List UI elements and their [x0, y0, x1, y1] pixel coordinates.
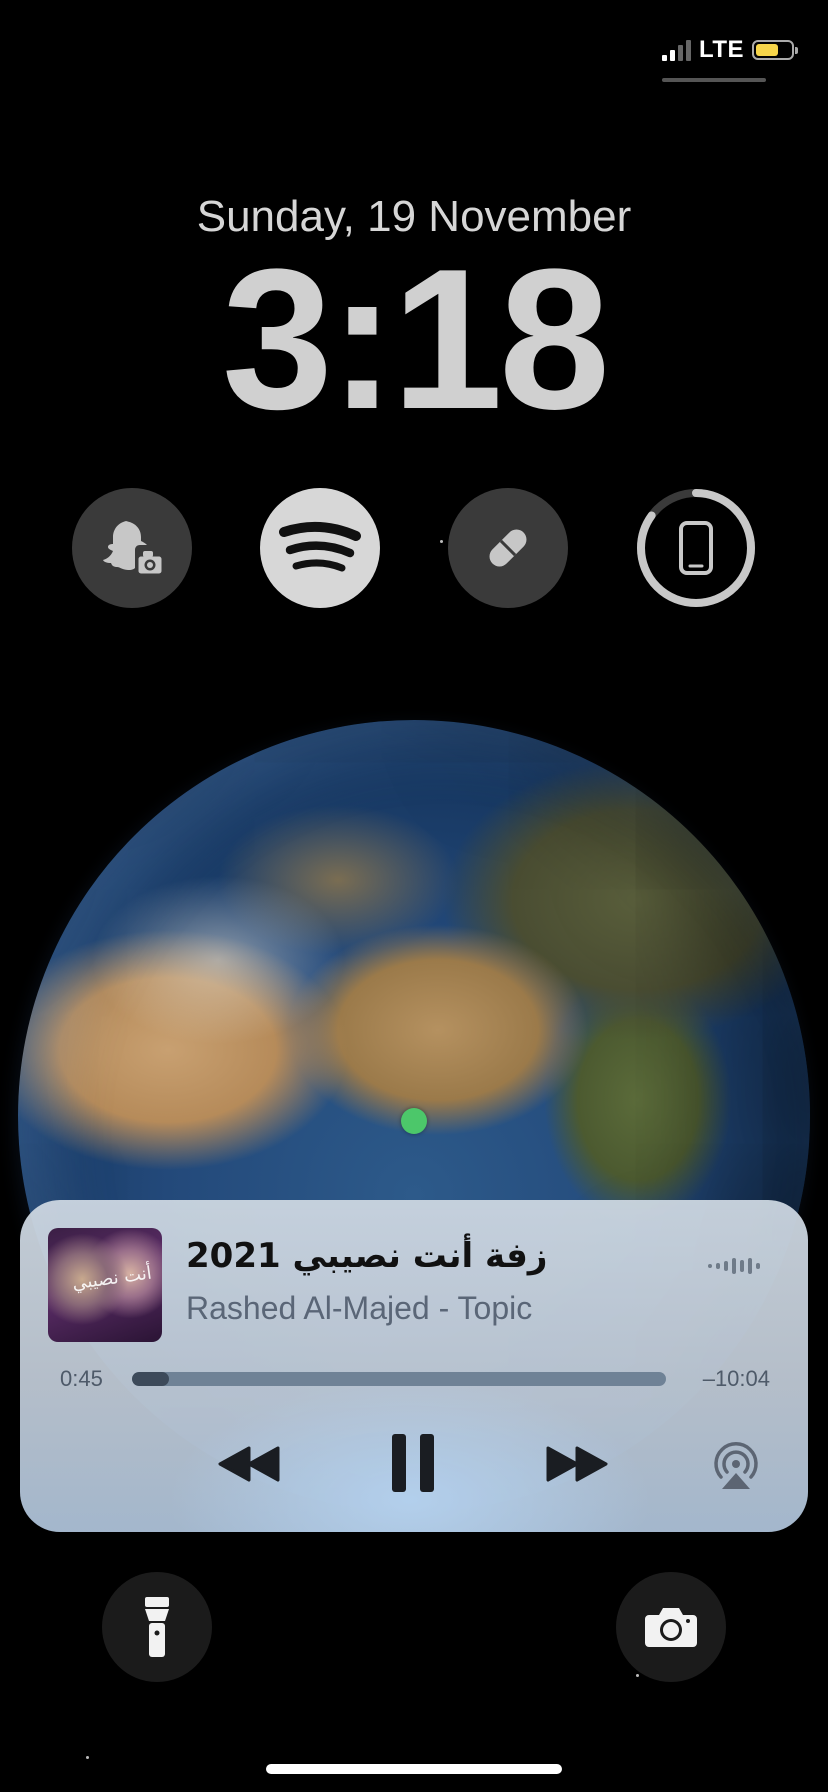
fast-forward-button[interactable]: [542, 1434, 612, 1494]
cellular-signal-icon: [661, 39, 691, 61]
spotify-icon: [279, 521, 361, 572]
rewind-icon: [218, 1446, 280, 1482]
pause-icon: [392, 1434, 434, 1492]
album-art[interactable]: أنت نصيبي: [48, 1228, 162, 1342]
time-elapsed: 0:45: [60, 1366, 103, 1391]
status-bar: LTE: [661, 36, 798, 64]
widget-medications[interactable]: [448, 488, 568, 608]
playback-progress: [132, 1372, 170, 1386]
battery-icon: [752, 40, 798, 60]
airplay-audio-icon: [714, 1442, 758, 1489]
star: [636, 1674, 639, 1677]
fast-forward-icon: [546, 1446, 608, 1482]
network-type: LTE: [698, 36, 744, 63]
location-dot: [401, 1108, 427, 1134]
star: [86, 1756, 89, 1759]
pause-button[interactable]: [386, 1428, 440, 1498]
now-playing-widget[interactable]: أنت نصيبي زفة أنت نصيبي 2021 Rashed Al-M…: [20, 1200, 808, 1532]
phone-icon: [679, 521, 713, 575]
camera-icon: [645, 1608, 697, 1647]
battery-ring-gauge: [637, 489, 755, 607]
lock-time: 3:18: [221, 228, 610, 451]
time-remaining: –10:04: [702, 1366, 770, 1391]
widget-snapchat-camera[interactable]: [72, 488, 192, 608]
rewind-button[interactable]: [214, 1434, 284, 1494]
widget-spotify[interactable]: [260, 488, 380, 608]
camera-button[interactable]: [616, 1572, 726, 1682]
star: [440, 540, 443, 543]
airplay-button[interactable]: [706, 1434, 766, 1494]
snapchat-camera-icon: [103, 521, 165, 577]
flashlight-icon: [145, 1597, 169, 1657]
flashlight-button[interactable]: [102, 1572, 212, 1682]
album-art-text: أنت نصيبي: [71, 1262, 154, 1295]
control-center-grabber[interactable]: [662, 78, 766, 82]
song-artist: Rashed Al-Majed - Topic: [186, 1290, 533, 1326]
pill-icon: [489, 529, 527, 567]
song-title: زفة أنت نصيبي 2021: [186, 1236, 548, 1276]
lock-screen: LTE Sunday, 19 November 3:18 أنت نصيبي ز…: [0, 0, 828, 1792]
audio-waveform-icon: [708, 1256, 760, 1276]
battery-fill: [756, 44, 779, 56]
widget-device-battery[interactable]: [636, 488, 756, 608]
playback-scrubber[interactable]: [132, 1372, 666, 1386]
home-indicator[interactable]: [266, 1764, 562, 1774]
